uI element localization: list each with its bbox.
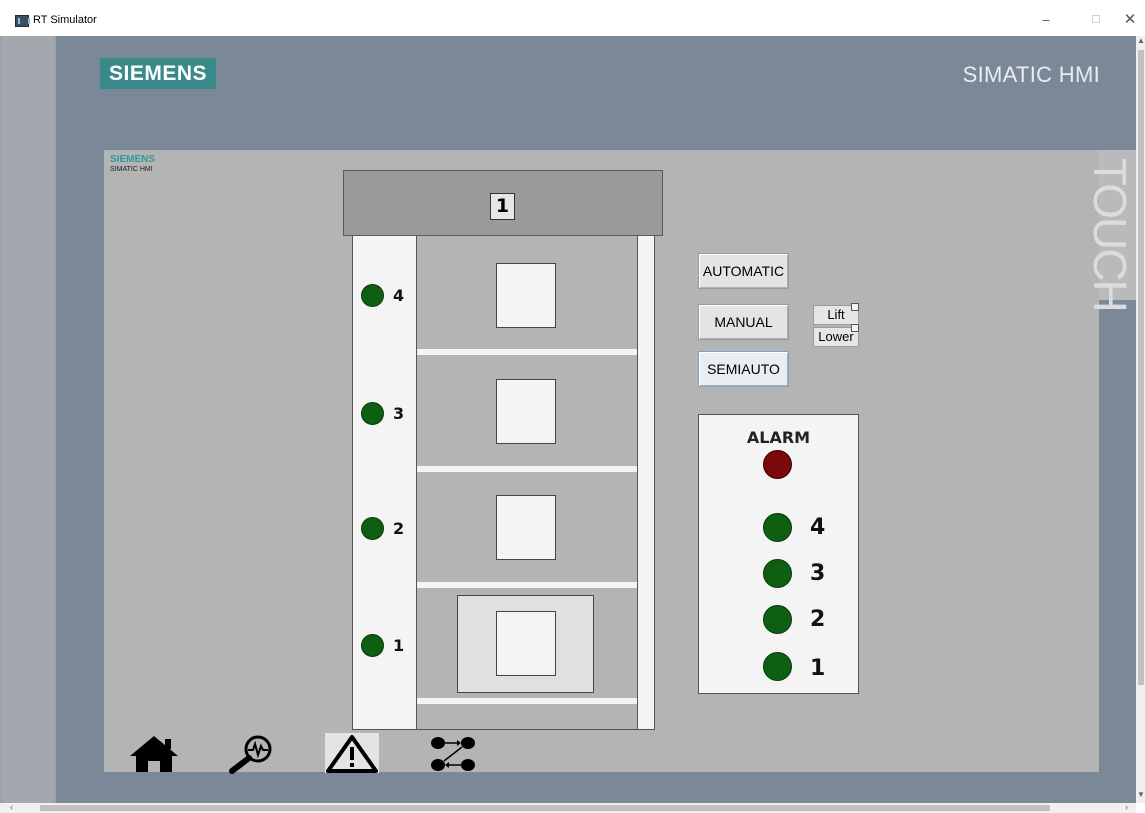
- floor-lamp-3: [361, 402, 384, 425]
- alarm-floor-lamp-4: [763, 513, 792, 542]
- semiauto-button[interactable]: SEMIAUTO: [698, 351, 789, 387]
- vertical-scrollbar-thumb[interactable]: [1138, 50, 1144, 685]
- alarm-title: ALARM: [746, 428, 811, 447]
- scroll-right-icon[interactable]: ›: [1125, 802, 1128, 812]
- close-button[interactable]: ✕: [1115, 8, 1145, 32]
- alarm-floor-lamp-1: [763, 652, 792, 681]
- floor-label-1: 1: [393, 636, 405, 655]
- alarm-floor-label-3: 3: [810, 561, 826, 586]
- floor-separator: [417, 466, 637, 472]
- hmi-screen: [104, 150, 1099, 772]
- floor-door-1: [496, 611, 556, 676]
- floor-door-3: [496, 379, 556, 444]
- lift-indicator: [851, 303, 859, 311]
- floor-label-4: 4: [393, 286, 405, 305]
- floor-separator: [417, 349, 637, 355]
- current-floor-indicator: 1: [490, 193, 515, 220]
- home-icon[interactable]: [126, 734, 182, 774]
- shaft-left-column: [352, 236, 417, 730]
- floor-label-2: 2: [393, 519, 405, 538]
- mini-product: SIMATIC HMI: [110, 166, 153, 173]
- maximize-button[interactable]: ☐: [1081, 8, 1111, 32]
- alarm-floor-lamp-3: [763, 559, 792, 588]
- scroll-down-icon[interactable]: ▼: [1137, 790, 1145, 802]
- network-icon[interactable]: [427, 734, 479, 774]
- alarm-floor-label-1: 1: [810, 656, 826, 681]
- shaft-bottom: [417, 729, 637, 730]
- minimize-button[interactable]: –: [1031, 8, 1061, 32]
- floor-lamp-1: [361, 634, 384, 657]
- alarm-lamp: [763, 450, 792, 479]
- floor-separator: [417, 582, 637, 588]
- floor-door-2: [496, 495, 556, 560]
- manual-button[interactable]: MANUAL: [698, 304, 789, 340]
- alarm-floor-lamp-2: [763, 605, 792, 634]
- floor-lamp-2: [361, 517, 384, 540]
- floor-label-3: 3: [393, 404, 405, 423]
- app-icon: [15, 15, 30, 27]
- siemens-logo: SIEMENS: [100, 58, 216, 89]
- scroll-left-icon[interactable]: ‹: [10, 802, 13, 812]
- warning-icon[interactable]: [325, 734, 379, 774]
- automatic-button[interactable]: AUTOMATIC: [698, 253, 789, 289]
- alarm-floor-label-4: 4: [810, 515, 826, 540]
- simulator-frame-inner: [2, 36, 54, 803]
- floor-door-4: [496, 263, 556, 328]
- floor-lamp-4: [361, 284, 384, 307]
- scroll-up-icon[interactable]: ▲: [1137, 36, 1145, 48]
- alarm-floor-label-2: 2: [810, 607, 826, 632]
- shaft-right-column: [637, 236, 655, 730]
- mini-brand: SIEMENS: [110, 154, 156, 165]
- lower-indicator: [851, 324, 859, 332]
- product-title: SIMATIC HMI: [962, 62, 1100, 87]
- floor-separator: [417, 698, 637, 704]
- horizontal-scrollbar-thumb[interactable]: [40, 805, 1050, 811]
- window-title: RT Simulator: [33, 14, 97, 26]
- diagnostics-search-icon[interactable]: [224, 734, 282, 774]
- title-bar: [0, 0, 1145, 36]
- touch-label: TOUCH: [1084, 158, 1136, 311]
